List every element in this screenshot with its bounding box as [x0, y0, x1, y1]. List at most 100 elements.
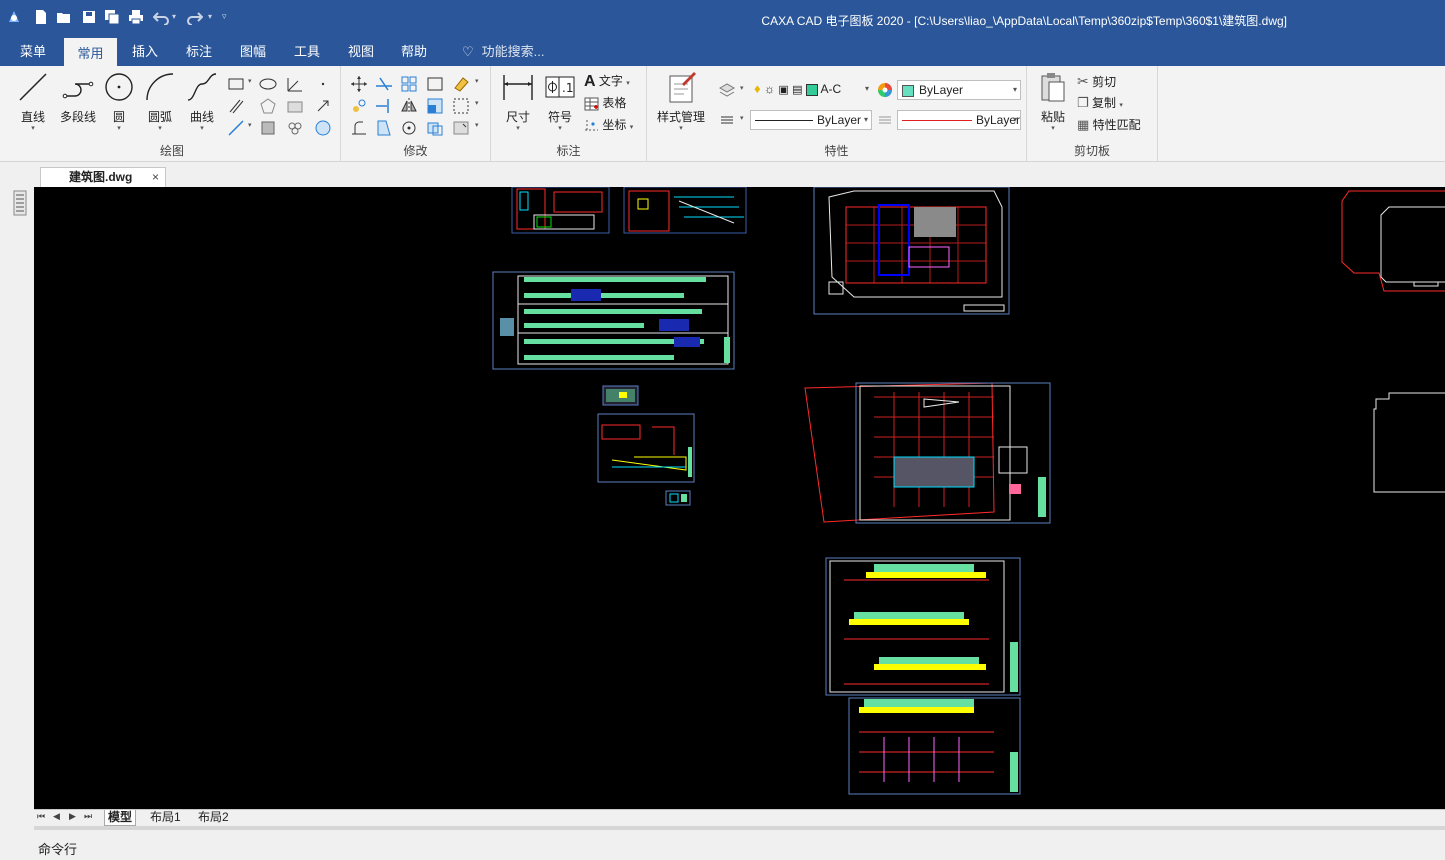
tab-help[interactable]: 帮助 [390, 38, 438, 66]
layout-tab-layout2[interactable]: 布局2 [195, 810, 232, 826]
window-title: CAXA CAD 电子图板 2020 - [C:\Users\liao_\App… [761, 14, 1287, 28]
clipboard-group: 粘贴 ▾ ✂ 剪切 ❐ 复制 ▾ ▦ 特性匹配 剪切板 [1027, 66, 1158, 162]
command-line[interactable]: 命令行 [34, 826, 1445, 860]
stretch-icon[interactable] [451, 96, 471, 116]
curve-button[interactable]: 曲线 ▾ [185, 70, 219, 133]
drawing-sheet[interactable] [1341, 190, 1445, 292]
drawing-sheet[interactable] [804, 382, 1051, 524]
function-search-input[interactable]: 功能搜索... [482, 44, 545, 59]
tab-insert[interactable]: 插入 [121, 38, 169, 66]
drawing-sheet[interactable] [825, 557, 1021, 696]
tab-tools[interactable]: 工具 [283, 38, 331, 66]
style-manager-button[interactable]: 样式管理 ▾ [653, 70, 709, 133]
tab-sheet[interactable]: 图幅 [229, 38, 277, 66]
chevron-down-icon[interactable]: ▾ [475, 77, 479, 85]
text-button[interactable]: A 文字 ▾ [584, 71, 630, 91]
drawing-sheet[interactable] [492, 271, 735, 370]
line-button[interactable]: 直线 ▾ [16, 70, 50, 133]
tab-view[interactable]: 视图 [337, 38, 385, 66]
offset-icon[interactable] [425, 74, 445, 94]
polygon-icon[interactable] [258, 96, 278, 116]
layer-properties-icon[interactable] [717, 80, 737, 100]
curve-label: 曲线 [189, 110, 214, 124]
chevron-down-icon[interactable]: ▾ [248, 77, 252, 85]
rectangle-icon[interactable] [226, 74, 246, 94]
ellipse-icon[interactable] [258, 74, 278, 94]
function-search[interactable]: ♡ 功能搜索... [462, 38, 545, 66]
region-icon[interactable] [313, 118, 333, 138]
chevron-down-icon[interactable]: ▾ [475, 99, 479, 107]
polyline-button[interactable]: 多段线 [56, 70, 100, 125]
chevron-down-icon[interactable]: ▾ [740, 84, 744, 92]
properties-panel-icon[interactable] [12, 190, 28, 216]
point-icon[interactable] [313, 74, 333, 94]
move-icon[interactable] [349, 74, 369, 94]
scale-icon[interactable] [425, 96, 445, 116]
drawing-sheet[interactable] [813, 187, 1010, 315]
rotate-cw-icon[interactable] [399, 118, 419, 138]
match-properties-button[interactable]: ▦ 特性匹配 [1077, 115, 1141, 135]
circle-button[interactable]: 圆 ▾ [102, 70, 136, 133]
cloud-icon[interactable] [285, 118, 305, 138]
next-layout-icon[interactable]: ▶ [69, 811, 76, 822]
chevron-down-icon[interactable]: ▾ [475, 121, 479, 129]
chamfer-icon[interactable] [374, 118, 394, 138]
arc-button[interactable]: 圆弧 ▾ [143, 70, 177, 133]
edit-icon[interactable] [451, 118, 471, 138]
parallel-line-icon[interactable] [226, 96, 246, 116]
linetype-combo[interactable]: ByLayer ▾ [750, 110, 872, 130]
arrow-icon[interactable] [313, 96, 333, 116]
left-toolstrip [0, 162, 34, 826]
coordinate-label: 坐标 [602, 118, 627, 132]
copy-button[interactable]: ❐ 复制 ▾ [1077, 93, 1123, 113]
previous-layout-icon[interactable]: ◀ [53, 811, 60, 822]
color-combo[interactable]: ByLayer ▾ [897, 80, 1021, 100]
mirror-icon[interactable] [399, 96, 419, 116]
centerline-icon[interactable] [285, 74, 305, 94]
draw-group-label: 绘图 [159, 144, 184, 158]
document-tab[interactable]: 建筑图.dwg × [40, 167, 166, 187]
paste-button[interactable]: 粘贴 ▾ [1035, 70, 1071, 133]
symbol-button[interactable]: .1 符号 ▾ [543, 70, 577, 133]
drawing-sheet[interactable] [602, 385, 639, 406]
rotate-icon[interactable] [349, 96, 369, 116]
explode-icon[interactable] [425, 118, 445, 138]
drawing-sheet[interactable] [623, 187, 747, 234]
cut-button[interactable]: ✂ 剪切 [1077, 71, 1116, 91]
lineweight-combo[interactable]: ByLayer ▾ [897, 110, 1021, 130]
layer-combo[interactable]: ♦ ☼ ▣ ▤ A-C ▾ [750, 80, 872, 100]
layer-color-swatch [805, 83, 818, 96]
dimension-button[interactable]: 尺寸 ▾ [501, 70, 535, 133]
drawing-canvas[interactable] [34, 187, 1445, 809]
array-icon[interactable] [399, 74, 419, 94]
last-layout-icon[interactable]: ⏭ [84, 811, 92, 822]
erase-icon[interactable] [451, 74, 471, 94]
tab-common[interactable]: 常用 [64, 38, 117, 66]
drawing-sheet[interactable] [665, 490, 691, 506]
trim-icon[interactable] [374, 74, 394, 94]
tab-menu[interactable]: 菜单 [8, 38, 58, 66]
table-button[interactable]: 表格 [584, 93, 626, 113]
color-wheel-icon[interactable] [875, 80, 895, 100]
chevron-down-icon[interactable]: ▾ [248, 121, 252, 129]
document-tabs: 建筑图.dwg × [0, 162, 1445, 187]
layout-tab-layout1[interactable]: 布局1 [147, 810, 184, 826]
linetype-icon[interactable] [717, 110, 737, 130]
hatch-icon[interactable] [285, 96, 305, 116]
drawing-sheet[interactable] [511, 187, 610, 234]
drawing-sheet[interactable] [597, 413, 695, 483]
title-bar: ▾ ▾ ▿ CAXA CAD 电子图板 2020 - [C:\Users\lia… [0, 0, 1445, 38]
coordinate-button[interactable]: 坐标 ▾ [584, 115, 633, 135]
extend-icon[interactable] [374, 96, 394, 116]
boundary-icon[interactable] [258, 118, 278, 138]
drawing-sheet[interactable] [1373, 392, 1445, 493]
chevron-down-icon[interactable]: ▾ [740, 114, 744, 122]
close-icon[interactable]: × [152, 168, 159, 187]
tab-annotate[interactable]: 标注 [174, 38, 224, 66]
drawing-sheet[interactable] [848, 697, 1021, 795]
construction-line-icon[interactable] [226, 118, 246, 138]
first-layout-icon[interactable]: ⏮ [37, 811, 45, 822]
layout-tab-model[interactable]: 模型 [104, 810, 137, 826]
fillet-icon[interactable] [349, 118, 369, 138]
lineweight-icon[interactable] [875, 110, 895, 130]
